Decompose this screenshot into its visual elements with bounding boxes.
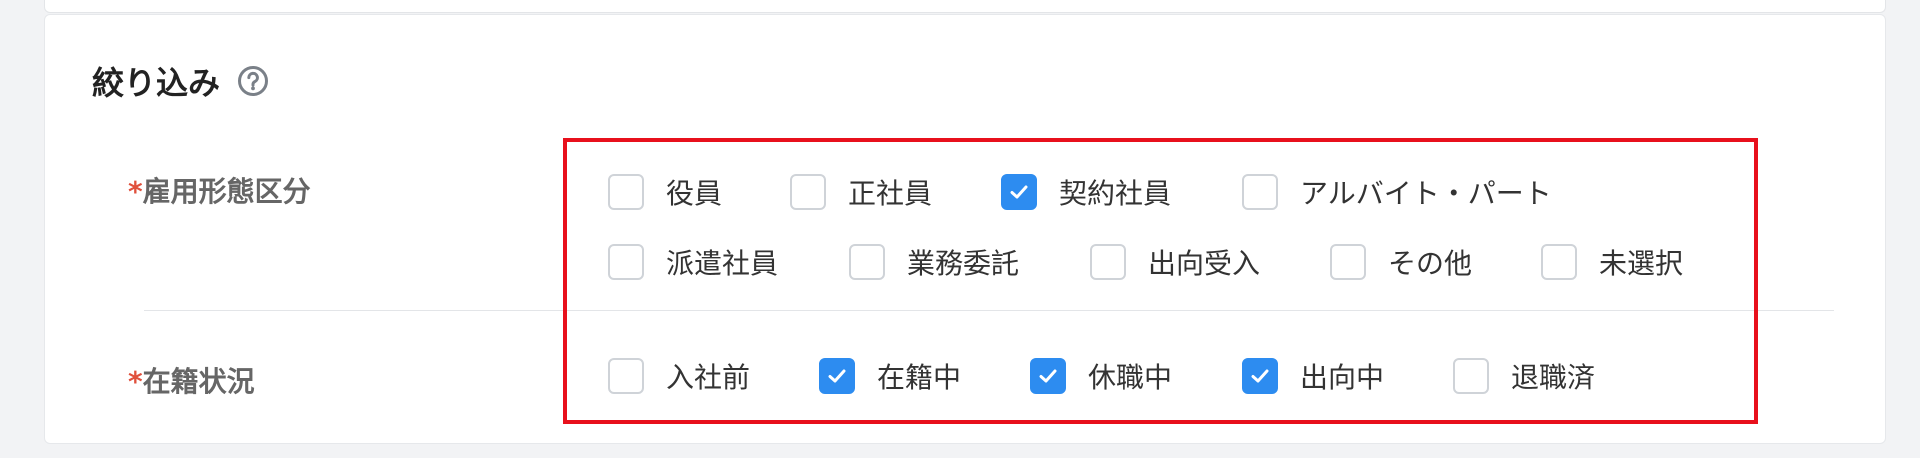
checkbox-option[interactable]: 退職済 bbox=[1453, 354, 1595, 398]
checkbox[interactable] bbox=[1330, 244, 1366, 280]
checkbox-label: 未選択 bbox=[1599, 247, 1684, 280]
checkbox-label: 役員 bbox=[666, 177, 723, 210]
checkbox-option[interactable]: 正社員 bbox=[790, 170, 932, 214]
checkbox-option[interactable]: 役員 bbox=[608, 170, 722, 214]
field-divider bbox=[144, 310, 1834, 311]
enrollment-status-label-text: 在籍状況 bbox=[142, 365, 255, 398]
checkbox-label: 契約社員 bbox=[1059, 177, 1172, 210]
required-mark: * bbox=[128, 365, 143, 398]
required-mark: * bbox=[128, 175, 143, 208]
checkbox[interactable] bbox=[608, 244, 644, 280]
previous-card-edge bbox=[44, 0, 1886, 13]
checkmark-icon bbox=[1039, 369, 1057, 383]
checkbox-label: 入社前 bbox=[666, 361, 751, 394]
checkbox[interactable] bbox=[1030, 358, 1066, 394]
checkbox[interactable] bbox=[849, 244, 885, 280]
checkbox-label: 正社員 bbox=[848, 177, 933, 210]
checkbox-label: アルバイト・パート bbox=[1300, 177, 1552, 210]
checkbox-label: 出向受入 bbox=[1148, 247, 1261, 280]
checkbox-label: 在籍中 bbox=[877, 361, 962, 394]
checkbox-label: 業務委託 bbox=[907, 247, 1020, 280]
checkbox[interactable] bbox=[819, 358, 855, 394]
checkbox[interactable] bbox=[1541, 244, 1577, 280]
checkbox-option[interactable]: 派遣社員 bbox=[608, 240, 778, 284]
checkbox[interactable] bbox=[1453, 358, 1489, 394]
checkbox-label: 退職済 bbox=[1511, 361, 1596, 394]
checkbox-option[interactable]: 入社前 bbox=[608, 354, 750, 398]
question-circle-icon[interactable] bbox=[236, 64, 270, 98]
checkbox[interactable] bbox=[1090, 244, 1126, 280]
checkbox-label: 休職中 bbox=[1088, 361, 1173, 394]
checkbox-option[interactable]: アルバイト・パート bbox=[1242, 170, 1552, 214]
checkbox[interactable] bbox=[608, 358, 644, 394]
employment-type-label: *雇用形態区分 bbox=[128, 170, 311, 210]
checkbox-option[interactable]: その他 bbox=[1330, 240, 1472, 284]
checkbox[interactable] bbox=[1242, 358, 1278, 394]
checkbox-option[interactable]: 出向中 bbox=[1242, 354, 1384, 398]
employment-type-label-text: 雇用形態区分 bbox=[142, 175, 311, 208]
checkbox-option[interactable]: 契約社員 bbox=[1001, 170, 1171, 214]
checkmark-icon bbox=[1251, 369, 1269, 383]
checkmark-icon bbox=[828, 369, 846, 383]
checkbox-option[interactable]: 業務委託 bbox=[849, 240, 1019, 284]
checkbox[interactable] bbox=[608, 174, 644, 210]
enrollment-status-label: *在籍状況 bbox=[128, 360, 255, 400]
section-title: 絞り込み bbox=[92, 64, 221, 102]
checkbox-option[interactable]: 出向受入 bbox=[1090, 240, 1260, 284]
page: 絞り込み *雇用形態区分 役員 正社員 契約社員 アルバイト・パート 派遣社員 … bbox=[0, 0, 1920, 458]
checkbox-label: 出向中 bbox=[1300, 361, 1385, 394]
checkbox[interactable] bbox=[790, 174, 826, 210]
checkbox-option[interactable]: 休職中 bbox=[1030, 354, 1172, 398]
checkbox-label: その他 bbox=[1388, 247, 1473, 280]
checkbox[interactable] bbox=[1242, 174, 1278, 210]
checkbox[interactable] bbox=[1001, 174, 1037, 210]
filter-card bbox=[44, 14, 1886, 444]
checkmark-icon bbox=[1010, 185, 1028, 199]
section-header: 絞り込み bbox=[92, 58, 270, 104]
checkbox-option[interactable]: 在籍中 bbox=[819, 354, 961, 398]
checkbox-option[interactable]: 未選択 bbox=[1541, 240, 1683, 284]
checkbox-label: 派遣社員 bbox=[666, 247, 779, 280]
